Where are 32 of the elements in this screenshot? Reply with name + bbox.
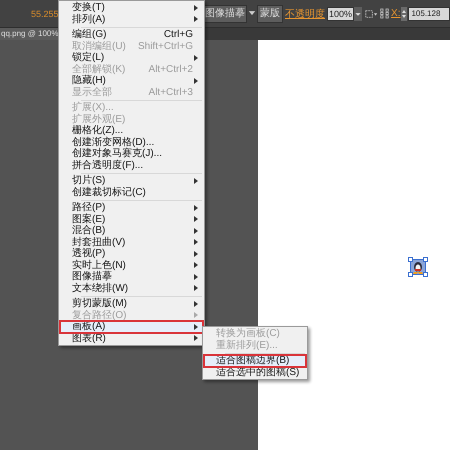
menu-item[interactable]: 实时上色(N): [60, 260, 203, 271]
menu-item[interactable]: 图表(R): [60, 332, 203, 344]
spinner-icon[interactable]: [401, 6, 408, 20]
align-icon[interactable]: [365, 8, 378, 18]
menu-item[interactable]: 图案(E): [60, 214, 203, 225]
menu-item[interactable]: 透视(P): [60, 248, 203, 260]
mask-button[interactable]: 蒙版: [257, 4, 283, 22]
x-field[interactable]: 105.128: [408, 6, 450, 20]
menu-item[interactable]: 文本绕排(W): [60, 282, 203, 294]
menu-item[interactable]: 剪切蒙版(M): [60, 298, 203, 310]
menu-item[interactable]: 封套扭曲(V): [60, 236, 203, 248]
menu-item[interactable]: 图像描摹: [60, 271, 203, 282]
menu-item[interactable]: 创建对象马赛克(J)...: [60, 148, 203, 160]
menu-item[interactable]: 栅格化(Z)...: [60, 125, 203, 136]
opacity-link[interactable]: 不透明度: [285, 6, 325, 20]
menu-item[interactable]: 创建渐变网格(D)...: [60, 136, 203, 148]
menu-item[interactable]: 拼合透明度(F)...: [60, 160, 203, 171]
menu-item[interactable]: 路径(P): [60, 202, 203, 214]
image-trace-button[interactable]: 图像描摹: [203, 4, 247, 22]
menu-item[interactable]: 创建裁切标记(C): [60, 186, 203, 198]
opacity-field[interactable]: 100%: [327, 6, 354, 20]
menu-item[interactable]: 锁定(L): [60, 52, 203, 64]
caret-icon[interactable]: [248, 11, 256, 16]
menu-item[interactable]: 排列(A): [60, 14, 203, 25]
menu-item[interactable]: 切片(S): [60, 175, 203, 186]
x-label: X:: [391, 8, 400, 19]
menu-item[interactable]: 变换(T): [60, 2, 203, 14]
dropdown-icon[interactable]: [354, 6, 362, 20]
grid-icon[interactable]: [380, 8, 390, 19]
menu-item[interactable]: 隐藏(H): [60, 75, 203, 86]
selection-frame[interactable]: [410, 259, 426, 275]
menu-item[interactable]: 混合(B): [60, 225, 203, 236]
